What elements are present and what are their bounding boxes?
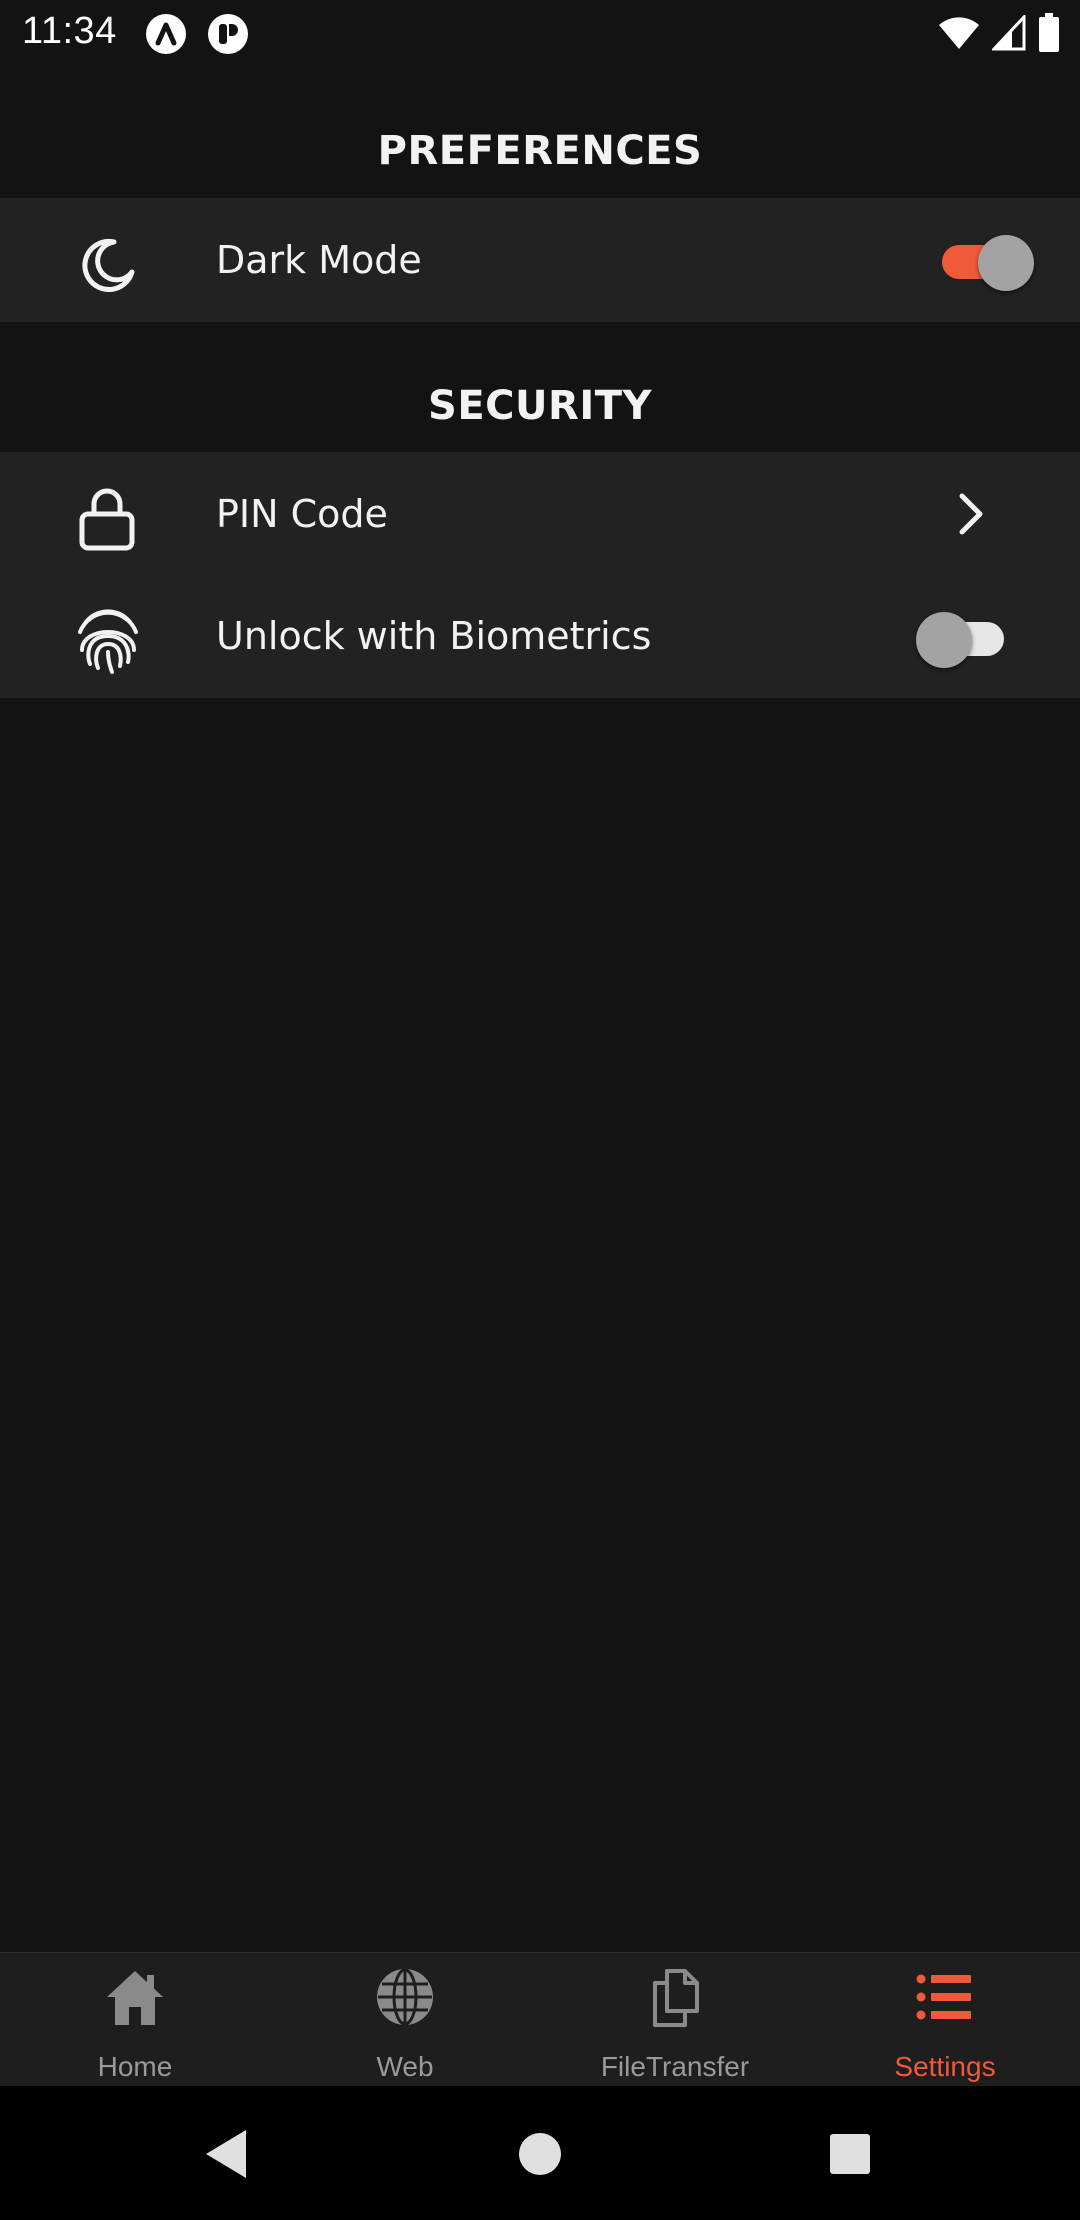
- pin-code-label: PIN Code: [216, 492, 388, 536]
- notification-app-icon-2: [208, 14, 248, 54]
- biometrics-row[interactable]: Unlock with Biometrics: [0, 574, 1080, 698]
- nav-web-label: Web: [376, 2051, 434, 2082]
- biometrics-label: Unlock with Biometrics: [216, 614, 652, 658]
- toggle-thumb: [916, 612, 972, 668]
- nav-settings-label: Settings: [894, 2051, 996, 2082]
- nav-settings[interactable]: Settings: [810, 1953, 1080, 2087]
- dark-mode-label: Dark Mode: [216, 238, 422, 282]
- biometrics-toggle[interactable]: [916, 604, 1008, 668]
- lock-icon: [79, 488, 135, 551]
- dark-mode-toggle[interactable]: [936, 227, 1034, 291]
- pin-code-row[interactable]: PIN Code: [0, 452, 1080, 576]
- status-time: 11:34: [22, 10, 117, 52]
- toggle-thumb: [978, 235, 1034, 291]
- wifi-icon: [939, 17, 979, 49]
- status-indicators: [938, 12, 1060, 54]
- security-card: PIN Code Unlock with Biometrics: [0, 452, 1080, 698]
- home-button-icon[interactable]: [508, 2122, 572, 2186]
- preferences-card: Dark Mode: [0, 198, 1080, 322]
- nav-home[interactable]: Home: [0, 1953, 270, 2087]
- home-icon: [107, 1971, 163, 2025]
- list-icon: [916, 1974, 971, 2020]
- globe-icon: [377, 1968, 433, 2026]
- moon-icon: [82, 238, 135, 292]
- bottom-navigation: Home Web FileTransfer Settings: [0, 1952, 1080, 2087]
- signal-icon: [992, 15, 1026, 51]
- battery-icon: [1039, 13, 1059, 52]
- nav-home-label: Home: [97, 2051, 173, 2082]
- files-icon: [653, 1969, 699, 2027]
- nav-web[interactable]: Web: [270, 1953, 540, 2087]
- nav-filetransfer-label: FileTransfer: [600, 2051, 750, 2082]
- section-title-preferences: PREFERENCES: [377, 128, 703, 174]
- nav-filetransfer[interactable]: FileTransfer: [540, 1953, 810, 2087]
- recents-icon[interactable]: [818, 2122, 882, 2186]
- notification-app-icon: [146, 14, 186, 54]
- section-title-security: SECURITY: [428, 383, 652, 429]
- back-icon[interactable]: [196, 2122, 260, 2186]
- status-bar: 11:34: [0, 0, 1080, 66]
- dark-mode-row[interactable]: Dark Mode: [0, 198, 1080, 322]
- system-navigation-bar: [0, 2086, 1080, 2220]
- fingerprint-icon: [78, 609, 138, 674]
- chevron-right-icon[interactable]: [950, 492, 990, 536]
